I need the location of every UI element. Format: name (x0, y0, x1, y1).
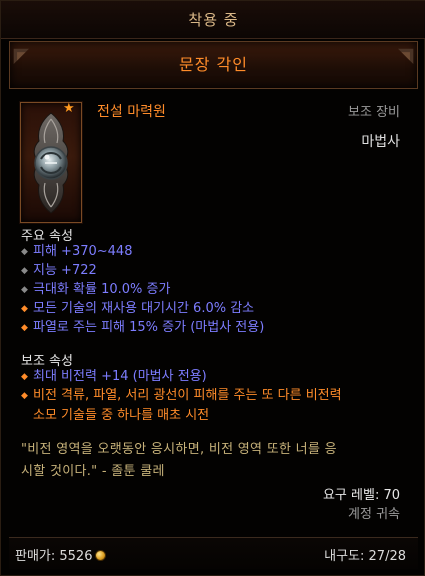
primary-attr-intelligence: ◆ 지능 +722 (21, 261, 416, 281)
diamond-bullet-icon: ◆ (21, 304, 28, 314)
secondary-attr-max-arcane: ◆ 최대 비전력 +14 (마법사 전용) (21, 367, 416, 387)
account-bound-label: 계정 귀속 (348, 507, 400, 522)
item-tooltip: 착용 중 문장 각인 ★ 전설 마력원 보조 장비 마법사 주요 속성 ◆ 피해… (0, 0, 425, 576)
primary-attr-crit-chance: ◆ 극대화 확률 10.0% 증가 (21, 280, 416, 300)
diamond-bullet-icon: ◆ (21, 323, 28, 333)
item-rarity-type: 전설 마력원 (97, 104, 166, 120)
star-icon: ★ (63, 101, 75, 116)
primary-attr-damage: ◆ 피해 +370~448 (21, 242, 416, 262)
flavor-text: "비전 영역을 오랫동안 응시하면, 비전 영역 또한 너를 응 시할 것이다.… (21, 442, 337, 479)
item-slot: 보조 장비 (348, 105, 400, 120)
required-level: 요구 레벨: 70 (322, 488, 400, 503)
diamond-bullet-icon: ◆ (21, 266, 28, 276)
diamond-bullet-icon: ◆ (21, 391, 28, 401)
diamond-bullet-icon: ◆ (21, 372, 28, 382)
primary-attr-disintegrate-damage: ◆ 파열로 주는 피해 15% 증가 (마법사 전용) (21, 318, 416, 338)
item-name: 문장 각인 (179, 55, 248, 74)
equipped-label: 착용 중 (188, 11, 239, 29)
gold-coin-icon (95, 550, 107, 561)
primary-attr-cooldown: ◆ 모든 기술의 재사용 대기시간 6.0% 감소 (21, 299, 416, 319)
sell-price: 판매가: 5526 (15, 545, 107, 564)
item-class: 마법사 (361, 134, 400, 150)
legendary-power: ◆ 비전 격류, 파열, 서리 광선이 피해를 주는 또 다른 비전력 소모 기술… (21, 388, 342, 423)
legendary-source-orb-icon (33, 112, 69, 214)
diamond-bullet-icon: ◆ (21, 247, 28, 257)
durability: 내구도: 27/28 (324, 549, 406, 564)
diamond-bullet-icon: ◆ (21, 285, 28, 295)
